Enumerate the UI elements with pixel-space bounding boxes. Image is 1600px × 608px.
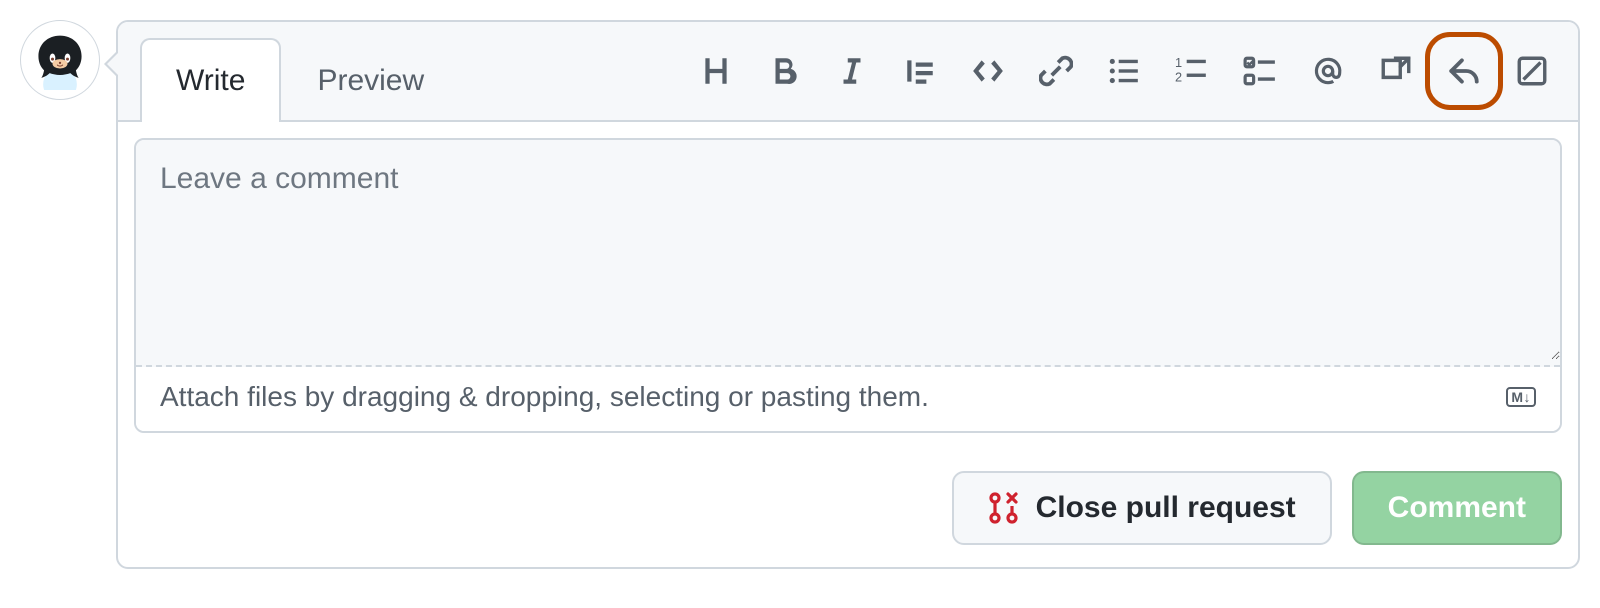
italic-button[interactable] (830, 49, 874, 93)
avatar[interactable] (20, 20, 100, 100)
heading-button[interactable] (694, 49, 738, 93)
comment-button-label: Comment (1388, 491, 1526, 525)
textarea-container: Attach files by dragging & dropping, sel… (134, 138, 1562, 433)
tab-preview[interactable]: Preview (281, 38, 460, 122)
unordered-list-icon (1107, 54, 1141, 88)
task-list-icon (1243, 54, 1277, 88)
cross-reference-button[interactable] (1374, 49, 1418, 93)
cross-reference-icon (1379, 54, 1413, 88)
quote-button[interactable] (898, 49, 942, 93)
markdown-icon[interactable]: M↓ (1506, 387, 1536, 408)
comment-button[interactable]: Comment (1352, 471, 1562, 545)
code-icon (971, 54, 1005, 88)
comment-textarea[interactable] (136, 140, 1560, 360)
bold-button[interactable] (762, 49, 806, 93)
mention-button[interactable] (1306, 49, 1350, 93)
composer-tabs: Write Preview (140, 22, 460, 120)
diff-icon (1515, 54, 1549, 88)
composer-actions: Close pull request Comment (118, 449, 1578, 567)
attach-hint-row[interactable]: Attach files by dragging & dropping, sel… (136, 367, 1560, 431)
mention-icon (1311, 54, 1345, 88)
tab-write[interactable]: Write (140, 38, 281, 122)
suggestion-button[interactable] (1510, 49, 1554, 93)
quote-icon (903, 54, 937, 88)
link-icon (1039, 54, 1073, 88)
composer-body: Attach files by dragging & dropping, sel… (118, 122, 1578, 449)
octocat-icon (30, 30, 90, 90)
heading-icon (699, 54, 733, 88)
code-button[interactable] (966, 49, 1010, 93)
close-pull-request-button[interactable]: Close pull request (952, 471, 1332, 545)
ordered-list-button[interactable]: 12 (1170, 49, 1214, 93)
italic-icon (835, 54, 869, 88)
reply-icon (1447, 54, 1481, 88)
attach-hint-text: Attach files by dragging & dropping, sel… (160, 381, 929, 413)
composer-header: Write Preview (118, 22, 1578, 122)
link-button[interactable] (1034, 49, 1078, 93)
bold-icon (767, 54, 801, 88)
task-list-button[interactable] (1238, 49, 1282, 93)
git-pull-request-closed-icon (988, 492, 1020, 524)
svg-text:1: 1 (1175, 55, 1182, 70)
comment-composer: Write Preview (116, 20, 1580, 569)
reply-button[interactable] (1442, 49, 1486, 93)
unordered-list-button[interactable] (1102, 49, 1146, 93)
formatting-toolbar: 12 (694, 49, 1562, 93)
svg-text:2: 2 (1175, 70, 1182, 85)
ordered-list-icon: 12 (1175, 54, 1209, 88)
close-pull-request-label: Close pull request (1036, 491, 1296, 525)
